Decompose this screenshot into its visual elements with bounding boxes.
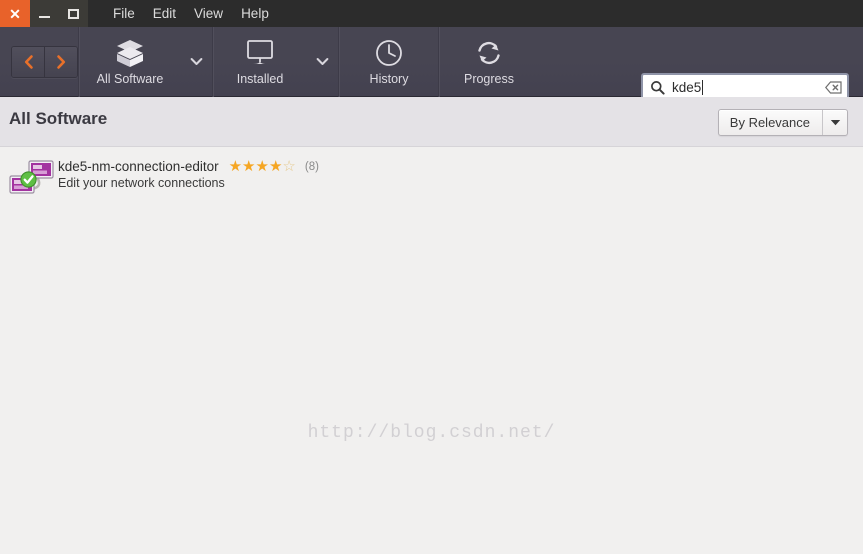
review-count: (8)	[304, 160, 319, 173]
toolbar-item-label: History	[369, 71, 409, 86]
chevron-down-icon	[316, 58, 328, 65]
search-input-wrapper[interactable]: kde5	[672, 80, 825, 95]
results-area: kde5-nm-connection-editor ★ ★ ★ ★ ☆ (8) …	[0, 147, 863, 554]
star-filled: ★	[242, 158, 256, 175]
toolbar-item-all-software[interactable]: All Software	[80, 27, 180, 97]
clock-icon	[374, 38, 404, 68]
all-software-dropdown-button[interactable]	[180, 27, 212, 97]
chevron-right-icon	[56, 54, 65, 69]
app-name: kde5-nm-connection-editor	[58, 159, 219, 174]
menu-bar: File Edit View Help	[104, 0, 278, 27]
triangle-down-icon	[822, 110, 847, 135]
chevron-down-icon	[190, 58, 202, 65]
close-icon: ✕	[9, 5, 21, 22]
rating-stars: ★ ★ ★ ★ ☆	[229, 159, 296, 174]
toolbar-item-progress[interactable]: Progress	[440, 27, 538, 97]
installed-dropdown-button[interactable]	[306, 27, 338, 97]
minimize-icon	[39, 16, 50, 18]
toolbar-item-history[interactable]: History	[340, 27, 438, 97]
window-controls: ✕	[0, 0, 88, 27]
toolbar-item-label: Progress	[463, 71, 515, 86]
menu-help[interactable]: Help	[232, 0, 278, 27]
app-result-list: kde5-nm-connection-editor ★ ★ ★ ★ ☆ (8) …	[0, 147, 863, 205]
toolbar-item-label: All Software	[96, 71, 164, 86]
menu-file[interactable]: File	[104, 0, 144, 27]
maximize-button[interactable]	[59, 0, 88, 27]
forward-button[interactable]	[44, 46, 77, 77]
search-icon	[650, 80, 665, 95]
refresh-sync-icon	[473, 38, 505, 68]
maximize-icon	[68, 8, 79, 19]
monitor-icon	[244, 38, 276, 68]
sort-dropdown[interactable]: By Relevance	[717, 109, 848, 136]
main-toolbar: All Software Installed History Progress …	[0, 26, 863, 102]
title-bar: ✕ File Edit View Help	[0, 0, 863, 27]
minimize-button[interactable]	[30, 0, 59, 27]
app-title-row: kde5-nm-connection-editor ★ ★ ★ ★ ☆ (8)	[58, 159, 855, 174]
chevron-left-icon	[24, 54, 33, 69]
search-input[interactable]: kde5	[672, 80, 701, 95]
star-filled: ★	[268, 158, 283, 175]
package-box-icon	[112, 38, 148, 68]
list-item[interactable]: kde5-nm-connection-editor ★ ★ ★ ★ ☆ (8) …	[0, 153, 863, 205]
software-center-window: ✕ File Edit View Help All Software Insta…	[0, 0, 863, 554]
toolbar-item-label: Installed	[236, 71, 284, 86]
page-title: All Software	[9, 109, 108, 128]
app-description: Edit your network connections	[58, 176, 225, 190]
menu-view[interactable]: View	[185, 0, 232, 27]
navigation-button-group	[11, 45, 78, 78]
watermark-text: http://blog.csdn.net/	[307, 423, 556, 443]
clear-search-icon[interactable]	[825, 81, 842, 94]
star-filled: ★	[255, 158, 269, 175]
network-connections-icon	[8, 157, 54, 199]
app-info: kde5-nm-connection-editor ★ ★ ★ ★ ☆ (8) …	[58, 157, 855, 190]
star-empty: ☆	[282, 158, 296, 175]
menu-edit[interactable]: Edit	[144, 0, 185, 27]
back-button[interactable]	[12, 46, 44, 77]
close-button[interactable]: ✕	[0, 0, 30, 27]
sort-dropdown-label: By Relevance	[729, 115, 810, 130]
star-filled: ★	[228, 158, 243, 175]
toolbar-item-installed[interactable]: Installed	[214, 27, 306, 97]
text-cursor	[702, 80, 704, 95]
